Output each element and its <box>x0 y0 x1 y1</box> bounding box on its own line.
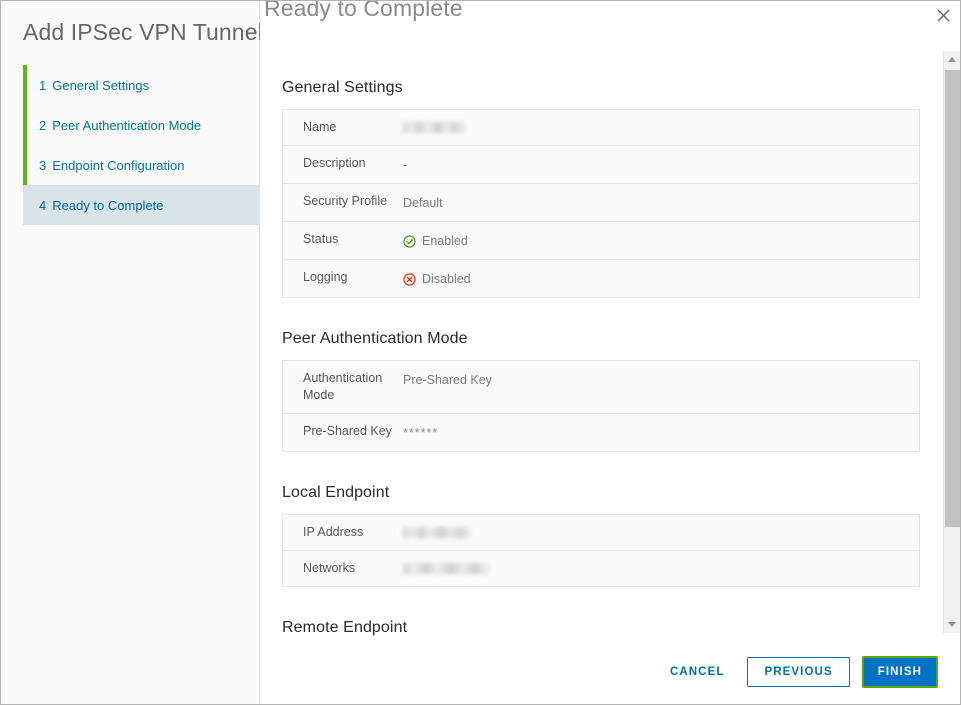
row-key: Logging <box>303 270 348 284</box>
row-key: Networks <box>303 561 356 575</box>
sidebar-step-ready-to-complete[interactable]: 4 Ready to Complete <box>23 185 260 225</box>
status-enabled-icon <box>403 235 416 248</box>
summary-table: Authentication Mode Pre-Shared Key Pre-Sha… <box>282 360 920 452</box>
table-row: Name <box>283 110 919 146</box>
redacted-value <box>403 122 465 133</box>
main-panel: Ready to Complete General Settings Name De… <box>260 1 960 704</box>
row-key: IP Address <box>303 525 364 539</box>
summary-section: Remote EndpointIP Address <box>282 619 917 639</box>
wizard-title: Add IPSec VPN Tunnel <box>23 19 263 45</box>
scroll-up-arrow-icon[interactable] <box>944 51 960 68</box>
table-row: IP Address <box>283 515 919 551</box>
summary-table: Name Description - Security Profile Default S… <box>282 109 920 298</box>
step-number: 2 <box>39 117 47 133</box>
summary-section: Peer Authentication Mode Authentication M… <box>282 330 920 452</box>
step-number: 4 <box>39 197 47 213</box>
row-value: - <box>403 158 408 172</box>
step-number: 1 <box>39 77 47 93</box>
redacted-value <box>403 563 489 574</box>
section-heading: General Settings <box>282 79 403 96</box>
summary-table: IP Address Networks <box>282 514 920 587</box>
dialog-footer: CANCEL PREVIOUS FINISH <box>260 638 960 704</box>
close-icon[interactable] <box>932 4 954 26</box>
redacted-value <box>403 527 471 538</box>
table-row: Networks <box>283 551 919 586</box>
summary-sections: General Settings Name Description - Security… <box>260 41 939 639</box>
row-value: Default <box>403 196 443 210</box>
finish-button[interactable]: FINISH <box>861 655 938 688</box>
row-key: Description <box>303 156 366 170</box>
summary-scroll-area: General Settings Name Description - Security… <box>260 41 939 639</box>
row-key: Authentication Mode <box>303 371 383 402</box>
page-title: Ready to Complete <box>264 0 463 21</box>
status-disabled-icon <box>403 273 416 286</box>
table-row: Security Profile Default <box>283 184 919 222</box>
sidebar-step-endpoint-configuration[interactable]: 3 Endpoint Configuration <box>23 145 260 185</box>
row-value: Pre-Shared Key <box>403 373 492 387</box>
vertical-scrollbar[interactable] <box>943 51 960 633</box>
status-label: Disabled <box>422 272 471 286</box>
row-value <box>403 515 919 550</box>
table-row: Pre-Shared Key ****** <box>283 414 919 451</box>
summary-section: Local Endpoint IP Address Networks <box>282 484 920 587</box>
row-value: Enabled <box>403 222 919 259</box>
scroll-down-arrow-icon[interactable] <box>944 616 960 633</box>
table-row: Status Enabled <box>283 222 919 260</box>
row-key: Security Profile <box>303 194 388 208</box>
row-key: Status <box>303 232 339 246</box>
section-heading: Remote Endpoint <box>282 619 408 636</box>
row-key: Pre-Shared Key <box>303 424 392 438</box>
section-heading: Peer Authentication Mode <box>282 330 468 347</box>
row-value <box>403 551 919 586</box>
previous-button[interactable]: PREVIOUS <box>747 656 850 687</box>
step-label: Endpoint Configuration <box>52 157 185 173</box>
step-label: General Settings <box>52 77 150 93</box>
masked-value: ****** <box>403 426 439 440</box>
step-label: Ready to Complete <box>52 197 164 213</box>
step-label: Peer Authentication Mode <box>52 117 202 133</box>
table-row: Logging Disabled <box>283 260 919 297</box>
row-value: ****** <box>403 414 919 451</box>
sidebar-step-general-settings[interactable]: 1 General Settings <box>23 65 260 105</box>
row-value <box>403 110 919 145</box>
add-ipsec-vpn-tunnel-dialog: Add IPSec VPN Tunnel 1 General Settings … <box>0 0 961 705</box>
row-key: Name <box>303 120 337 134</box>
sidebar-step-peer-authentication-mode[interactable]: 2 Peer Authentication Mode <box>23 105 260 145</box>
wizard-step-list: 1 General Settings 2 Peer Authentication… <box>23 65 260 225</box>
scrollbar-thumb[interactable] <box>945 70 960 527</box>
wizard-sidebar: Add IPSec VPN Tunnel 1 General Settings … <box>1 1 263 704</box>
table-row: Authentication Mode Pre-Shared Key <box>283 361 919 414</box>
row-value: Disabled <box>403 260 919 297</box>
summary-section: General Settings Name Description - Security… <box>282 79 920 298</box>
step-number: 3 <box>39 157 47 173</box>
section-heading: Local Endpoint <box>282 484 390 501</box>
status-label: Enabled <box>422 234 468 248</box>
table-row: Description - <box>283 146 919 184</box>
cancel-button[interactable]: CANCEL <box>659 657 736 687</box>
